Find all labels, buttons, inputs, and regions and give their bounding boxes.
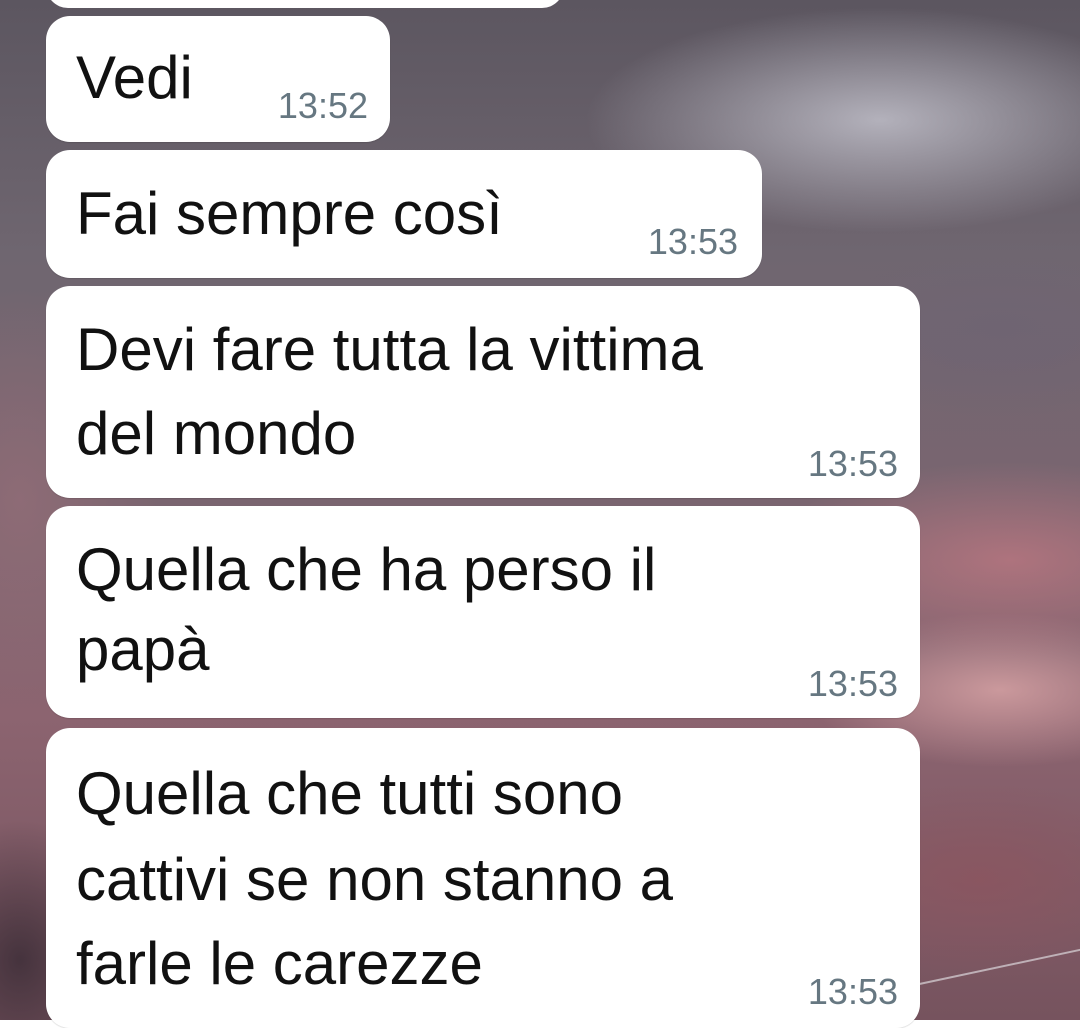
message-text-line: Fai sempre così — [76, 180, 503, 247]
message-bubble[interactable]: Quella che tutti sono cattivi se non sta… — [46, 728, 920, 1028]
message-text-line: cattivi se non stanno a — [76, 846, 674, 913]
message-text-line: del mondo — [76, 400, 357, 467]
message-text-line: Vedi — [76, 44, 193, 111]
message-timestamp: 13:53 — [807, 663, 898, 704]
message-bubble[interactable]: Fai sempre così 13:53 — [46, 150, 762, 278]
message-text-line: Devi fare tutta la vittima — [76, 316, 703, 383]
message-timestamp: 13:53 — [807, 443, 898, 484]
message-timestamp: 13:53 — [807, 971, 898, 1012]
message-timestamp: 13:53 — [647, 221, 738, 262]
message-bubble-partial[interactable] — [46, 0, 564, 8]
message-timestamp: 13:52 — [277, 85, 368, 126]
message-text-line: farle le carezze — [76, 930, 483, 997]
message-text-line: Quella che tutti sono — [76, 760, 624, 827]
message-text-line: Quella che ha perso il — [76, 536, 657, 603]
message-bubble[interactable]: Quella che ha perso il papà 13:53 — [46, 506, 920, 718]
message-bubble[interactable]: Devi fare tutta la vittima del mondo 13:… — [46, 286, 920, 498]
message-bubble[interactable]: Vedi 13:52 — [46, 16, 390, 142]
message-text-line: papà — [76, 616, 210, 683]
